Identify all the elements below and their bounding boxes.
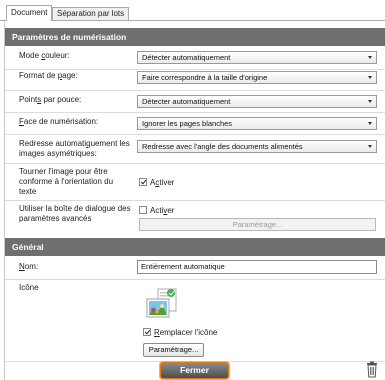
tourner-activer-checkbox[interactable]: Activer (139, 177, 174, 187)
row-divider (5, 163, 385, 164)
redresse-select[interactable]: Redresse avec l'angle des documents alim… (137, 140, 377, 153)
trash-icon[interactable] (366, 361, 378, 378)
checkbox-checked[interactable] (143, 328, 151, 336)
row-divider (5, 279, 385, 280)
tourner-label: Tourner l'image pour être conforme à l'o… (19, 167, 114, 196)
fermer-button[interactable]: Fermer (160, 362, 229, 379)
tab-document[interactable]: Document (6, 5, 53, 21)
row-divider (5, 69, 385, 70)
dialogue-label: Utiliser la boîte de dialogue des paramè… (19, 204, 131, 223)
mode-couleur-select[interactable]: Détecter automatiquement (137, 51, 377, 64)
row-divider (5, 200, 385, 201)
points-par-pouce-select[interactable]: Détecter automatiquement (137, 95, 377, 108)
parametrage-icon-button[interactable]: Paramétrage... (143, 343, 204, 357)
chevron-down-icon (368, 100, 372, 103)
checkbox-checked[interactable] (139, 178, 147, 186)
format-page-select[interactable]: Faire correspondre à la taille d'origine (137, 71, 377, 84)
tourner-activer-label: Activer (150, 177, 175, 187)
tab-separation-par-lots[interactable]: Séparation par lots (52, 7, 130, 21)
dialogue-activer-label: Activer (150, 205, 175, 215)
nom-input[interactable]: Entièrement automatique (137, 260, 377, 274)
mode-couleur-label: Mode couleur: (19, 51, 70, 60)
chevron-down-icon (368, 145, 372, 148)
format-page-label: Format de page: (19, 71, 78, 80)
nom-label: Nom: (19, 262, 39, 271)
parametrage-advanced-button[interactable]: Paramétrage... (139, 218, 376, 231)
redresse-label: Redresse automatiquement les images asym… (19, 139, 130, 158)
scan-settings-header: Paramètres de numérisation (5, 28, 385, 46)
chevron-down-icon (368, 76, 372, 79)
face-numerisation-select[interactable]: Ignorer les pages blanches (137, 117, 377, 130)
tab-bar: Document Séparation par lots (0, 0, 385, 21)
icone-label: Icône (19, 283, 39, 292)
face-numerisation-label: Face de numérisation: (19, 117, 99, 126)
remplacer-icone-label: Remplacer l'icône (154, 327, 218, 337)
remplacer-icone-checkbox[interactable]: Remplacer l'icône (143, 327, 217, 337)
general-header: Général (5, 238, 385, 256)
checkbox-unchecked[interactable] (139, 206, 147, 214)
chevron-down-icon (368, 56, 372, 59)
scan-profile-icon (144, 287, 180, 323)
row-divider (5, 134, 385, 135)
dialogue-activer-checkbox[interactable]: Activer (139, 205, 174, 215)
points-par-pouce-label: Points par pouce: (19, 95, 82, 104)
chevron-down-icon (368, 122, 372, 125)
row-divider (5, 112, 385, 113)
row-divider (5, 90, 385, 91)
